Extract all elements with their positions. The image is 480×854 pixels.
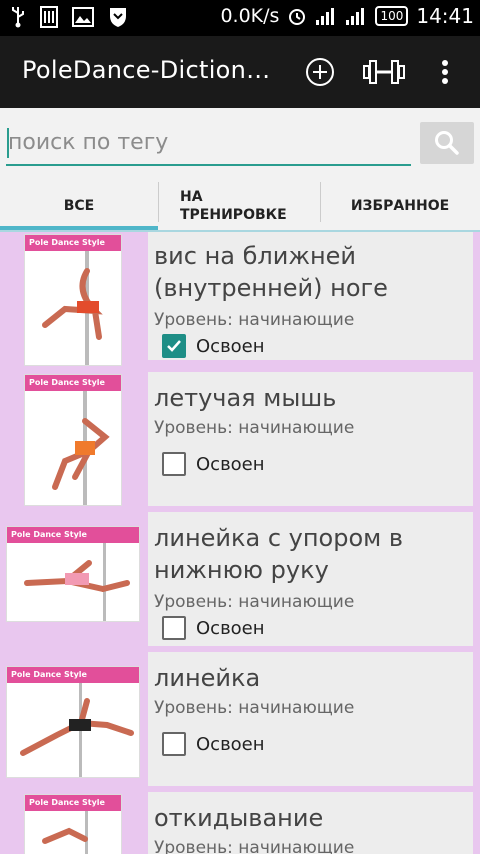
clock: 14:41 [416,4,474,28]
list-item[interactable]: Pole Dance Style откидывание Уровень: на… [0,792,480,854]
pole-figure-image [20,683,134,777]
pole-figure-image [24,543,130,621]
search-input[interactable] [6,120,411,166]
mastered-checkbox-row[interactable]: Освоен [162,616,265,640]
mastered-checkbox[interactable] [162,334,186,358]
add-circle-icon [306,58,334,86]
thumbnail-brand: Pole Dance Style [7,667,139,683]
mastered-checkbox[interactable] [162,452,186,476]
move-level: Уровень: начинающие [154,838,355,854]
list-item[interactable]: Pole Dance Style линейка Уровень: начина… [0,652,480,786]
thumbnail-brand: Pole Dance Style [7,527,139,543]
dumbbell-icon [363,60,405,84]
tab-all[interactable]: ВСЕ [0,180,158,232]
move-thumbnail: Pole Dance Style [6,526,140,622]
move-thumbnail: Pole Dance Style [24,794,122,854]
thumbnail-brand: Pole Dance Style [25,375,121,391]
search-bar [0,108,480,180]
move-card: вис на ближней (внутренней) ноге Уровень… [148,232,473,360]
move-level: Уровень: начинающие [154,592,355,612]
status-indicators: 0.0K/s 100 14:41 [220,4,474,28]
app-title: PoleDance-Dictionary [22,56,284,84]
move-title: летучая мышь [154,384,337,412]
status-notifications [10,6,128,28]
usb-icon [12,7,24,28]
network-speed: 0.0K/s [220,5,280,27]
check-icon [167,340,181,352]
pole-figure-image [52,391,110,505]
move-thumbnail: Pole Dance Style [6,666,140,778]
move-level: Уровень: начинающие [154,698,355,718]
move-card: линейка Уровень: начинающие Освоен [148,652,473,786]
status-bar: 0.0K/s 100 14:41 [0,0,480,36]
sim-icon [40,6,58,28]
move-card: линейка с упором в нижнюю руку Уровень: … [148,512,473,646]
text-cursor [7,128,9,158]
pole-figure-image [42,251,103,365]
list-item[interactable]: Pole Dance Style вис на ближней (внутрен… [0,232,480,366]
alarm-icon [289,9,306,25]
mastered-label: Освоен [196,617,265,639]
move-thumbnail: Pole Dance Style [24,234,122,366]
training-button[interactable] [362,54,406,90]
tab-favorites[interactable]: ИЗБРАННОЕ [320,180,480,232]
download-shield-icon [110,8,126,27]
tab-training-label: НА ТРЕНИРОВКЕ [180,189,287,223]
search-button[interactable] [420,122,474,164]
move-card: летучая мышь Уровень: начинающие Освоен [148,372,473,506]
moves-list: Pole Dance Style вис на ближней (внутрен… [0,232,480,854]
mastered-checkbox-row[interactable]: Освоен [162,452,265,476]
add-button[interactable] [302,54,338,90]
mastered-checkbox[interactable] [162,732,186,756]
tab-bar: ВСЕ НА ТРЕНИРОВКЕ ИЗБРАННОЕ [0,180,480,232]
move-card: откидывание Уровень: начинающие [148,792,473,854]
search-icon [435,131,459,155]
move-title: линейка с упором в нижнюю руку [154,524,404,584]
signal-icon-2 [346,8,365,25]
overflow-menu-icon [442,60,448,84]
mastered-checkbox-row[interactable]: Освоен [162,732,265,756]
move-level: Уровень: начинающие [154,418,355,438]
mastered-label: Освоен [196,733,265,755]
mastered-checkbox-row[interactable]: Освоен [162,334,265,358]
tab-training[interactable]: НА ТРЕНИРОВКЕ [158,180,320,232]
move-thumbnail: Pole Dance Style [24,374,122,506]
app-toolbar: PoleDance-Dictionary [0,36,480,108]
battery-icon: 100 [375,6,409,26]
mastered-label: Освоен [196,335,265,357]
move-title: откидывание [154,804,324,832]
thumbnail-brand: Pole Dance Style [25,795,121,811]
thumbnail-brand: Pole Dance Style [25,235,121,251]
pole-figure-image [42,811,88,854]
move-level: Уровень: начинающие [154,310,355,330]
mastered-label: Освоен [196,453,265,475]
move-title: вис на ближней (внутренней) ноге [154,242,388,302]
list-item[interactable]: Pole Dance Style линейка с упором в нижн… [0,512,480,646]
list-item[interactable]: Pole Dance Style летучая мышь Уровень: н… [0,372,480,506]
mastered-checkbox[interactable] [162,616,186,640]
tab-all-label: ВСЕ [63,198,95,214]
image-icon [72,7,94,27]
tab-favorites-label: ИЗБРАННОЕ [350,198,450,214]
signal-icon [316,8,335,25]
overflow-menu-button[interactable] [430,54,460,90]
move-title: линейка [154,664,261,692]
